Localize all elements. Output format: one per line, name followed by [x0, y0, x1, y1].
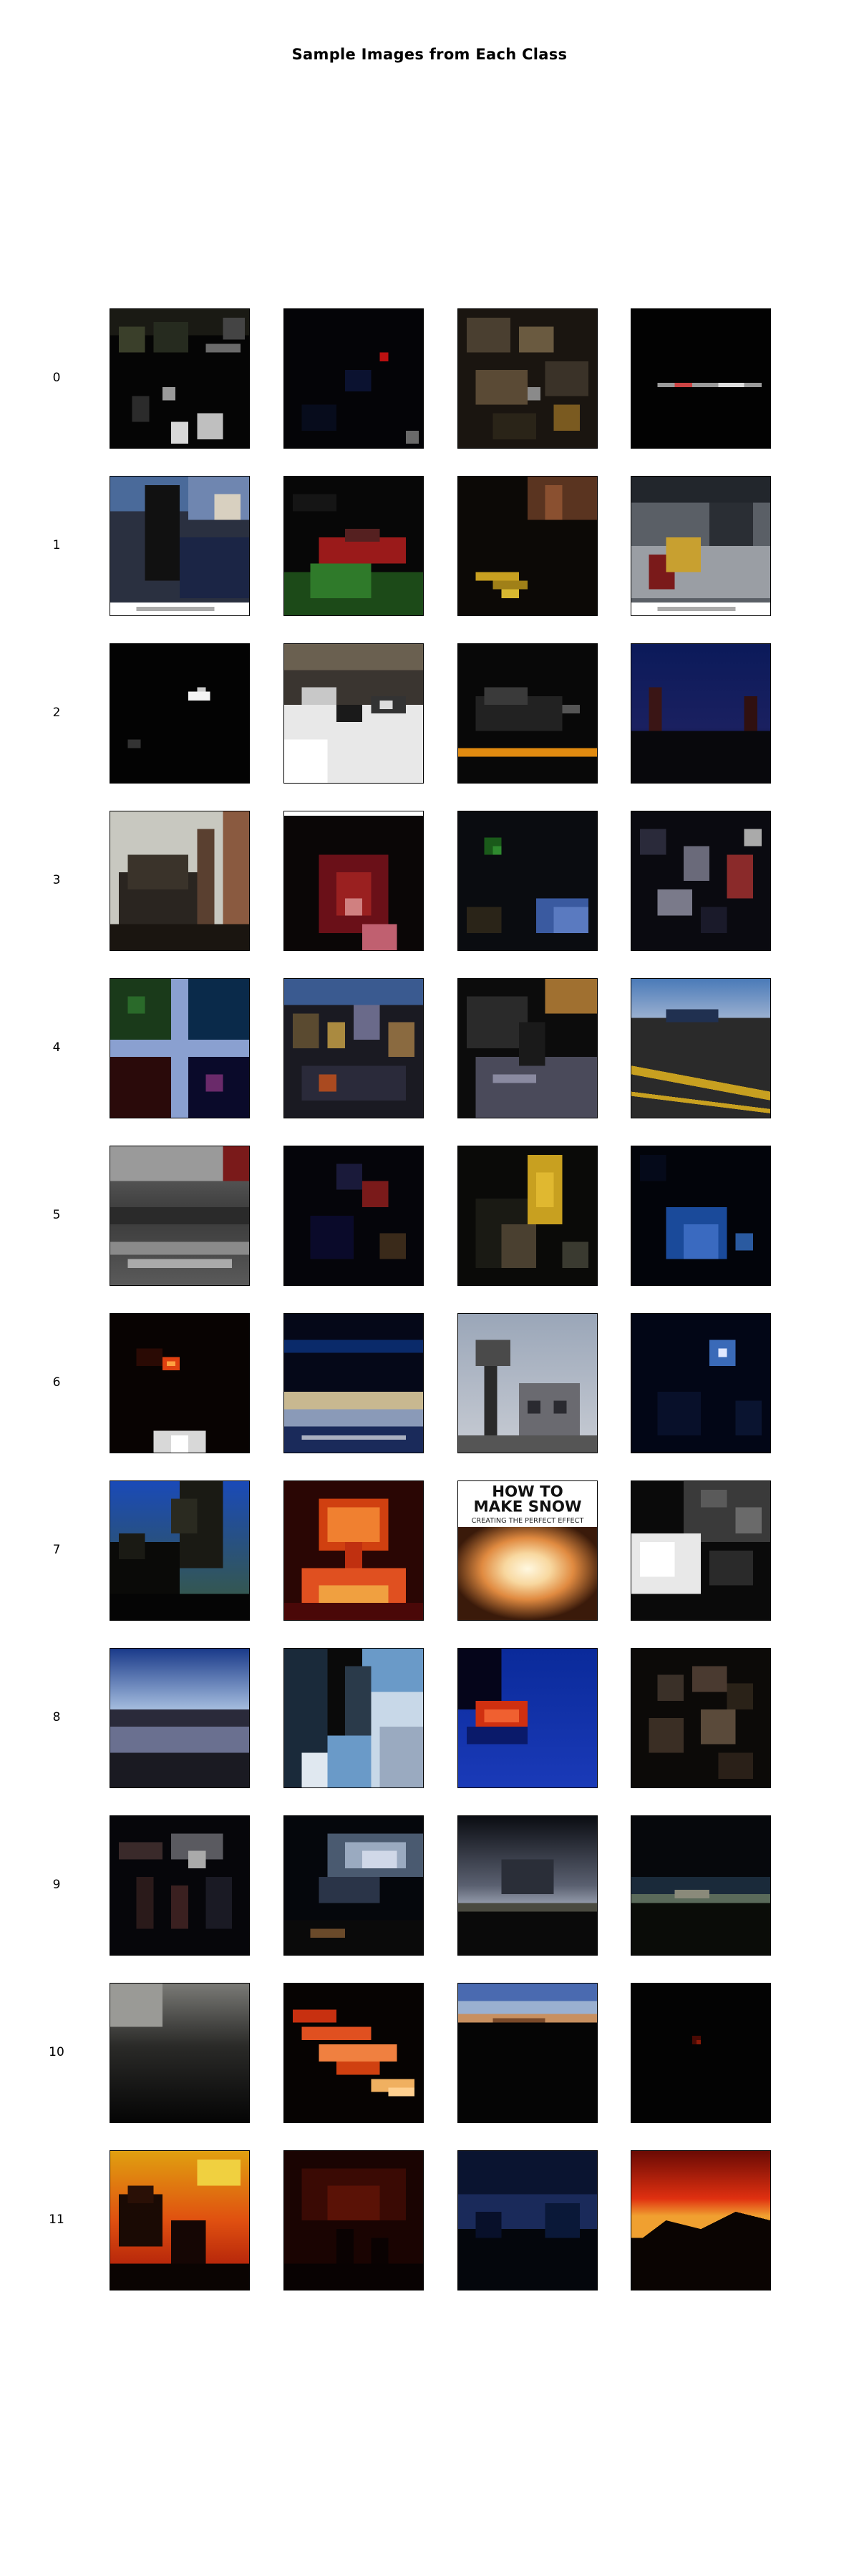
- sample-image-tornado-cloud: [457, 1815, 598, 1956]
- sample-image-dark-blue-scene: [457, 811, 598, 951]
- sample-image-smoke-blue-sky: [110, 1480, 250, 1621]
- sample-image-window-cross: [110, 978, 250, 1118]
- sample-image-dark-red-scene: [283, 1146, 424, 1286]
- sample-image-crowd-market-blue: [283, 978, 424, 1118]
- row-label-9: 9: [52, 1878, 61, 1892]
- sample-image-dark-brown-rocks: [631, 1648, 771, 1788]
- row-label-1: 1: [52, 538, 61, 552]
- sample-image-foggy-flooded-street: [110, 1146, 250, 1286]
- sample-image-dark-white-spot: [110, 643, 250, 784]
- sample-image-dark-faint-red: [631, 1983, 771, 2123]
- sample-image-lake-sunset-horizon: [110, 1648, 250, 1788]
- sample-image-figure-yellow-jacket: [457, 1146, 598, 1286]
- row-label-3: 3: [52, 873, 61, 887]
- sample-image-snow-street-cars: [283, 643, 424, 784]
- sample-image-debris-rubble: [457, 308, 598, 449]
- sample-image-surfer-wave: [283, 1648, 424, 1788]
- sample-image-dark-horizon-field: [631, 1815, 771, 1956]
- sample-image-dark-scene-red-spot: [283, 308, 424, 449]
- row-label-0: 0: [52, 371, 61, 385]
- sample-image-firefighter-fire-orange: [110, 2150, 250, 2290]
- sample-image-glowing-embers: [283, 1983, 424, 2123]
- sample-image-red-boat-blue-sea: [457, 1648, 598, 1788]
- sample-image-dark-horizontal-streak: [631, 308, 771, 449]
- poster-line-3: CREATING THE PERFECT EFFECT: [472, 1517, 584, 1525]
- sample-image-blue-glow-dark: [631, 1146, 771, 1286]
- sample-image-person-street-scene: [110, 476, 250, 616]
- sample-image-dark-red-haze: [283, 2150, 424, 2290]
- sample-image-sky-horizon-dark: [457, 1983, 598, 2123]
- sample-image-storm-clouds: [283, 1815, 424, 1956]
- sample-image-gray-dark-fade: [110, 1983, 250, 2123]
- poster-line-2: MAKE SNOW: [473, 1498, 581, 1516]
- sample-image-dark-blue-waterline: [283, 1313, 424, 1453]
- sample-image-tilted-building: [110, 811, 250, 951]
- sample-image-wildfire-ridge: [631, 2150, 771, 2290]
- row-label-8: 8: [52, 1710, 61, 1724]
- sample-image-grid: 0 1 2 3 4 5 6 7 HOW TO MAKE SNOW CREATING THE PERF…: [0, 0, 859, 2576]
- row-label-4: 4: [52, 1040, 61, 1055]
- sample-image-gray-rock-texture: [631, 1480, 771, 1621]
- sample-image-night-park-scene: [110, 308, 250, 449]
- sample-image-dark-road-figure: [457, 978, 598, 1118]
- sample-image-street-crowd-gray: [631, 476, 771, 616]
- row-label-2: 2: [52, 706, 61, 720]
- sample-image-nuclear-explosion: [283, 1480, 424, 1621]
- row-label-11: 11: [49, 2212, 64, 2227]
- sample-image-how-to-make-snow-poster: HOW TO MAKE SNOW CREATING THE PERFECT EFFE…: [457, 1480, 598, 1621]
- sample-image-red-hooded-figure: [283, 811, 424, 951]
- sample-image-dusk-blue-sky: [631, 643, 771, 784]
- row-label-5: 5: [52, 1208, 61, 1222]
- sample-image-road-yellow-lines: [631, 978, 771, 1118]
- sample-image-dark-orange-fire-spot: [110, 1313, 250, 1453]
- sample-image-dark-interior-yellow: [457, 476, 598, 616]
- sample-image-night-moon-glow: [631, 1313, 771, 1453]
- row-label-7: 7: [52, 1543, 61, 1557]
- sample-image-dark-scene-figures: [110, 1815, 250, 1956]
- sample-image-green-red-vehicle: [283, 476, 424, 616]
- sample-image-dark-blue-trees: [457, 2150, 598, 2290]
- row-label-10: 10: [49, 2045, 64, 2059]
- sample-image-dark-clutter-red: [631, 811, 771, 951]
- sample-image-bare-tree-house: [457, 1313, 598, 1453]
- row-label-6: 6: [52, 1375, 61, 1390]
- sample-image-dark-car-orange-line: [457, 643, 598, 784]
